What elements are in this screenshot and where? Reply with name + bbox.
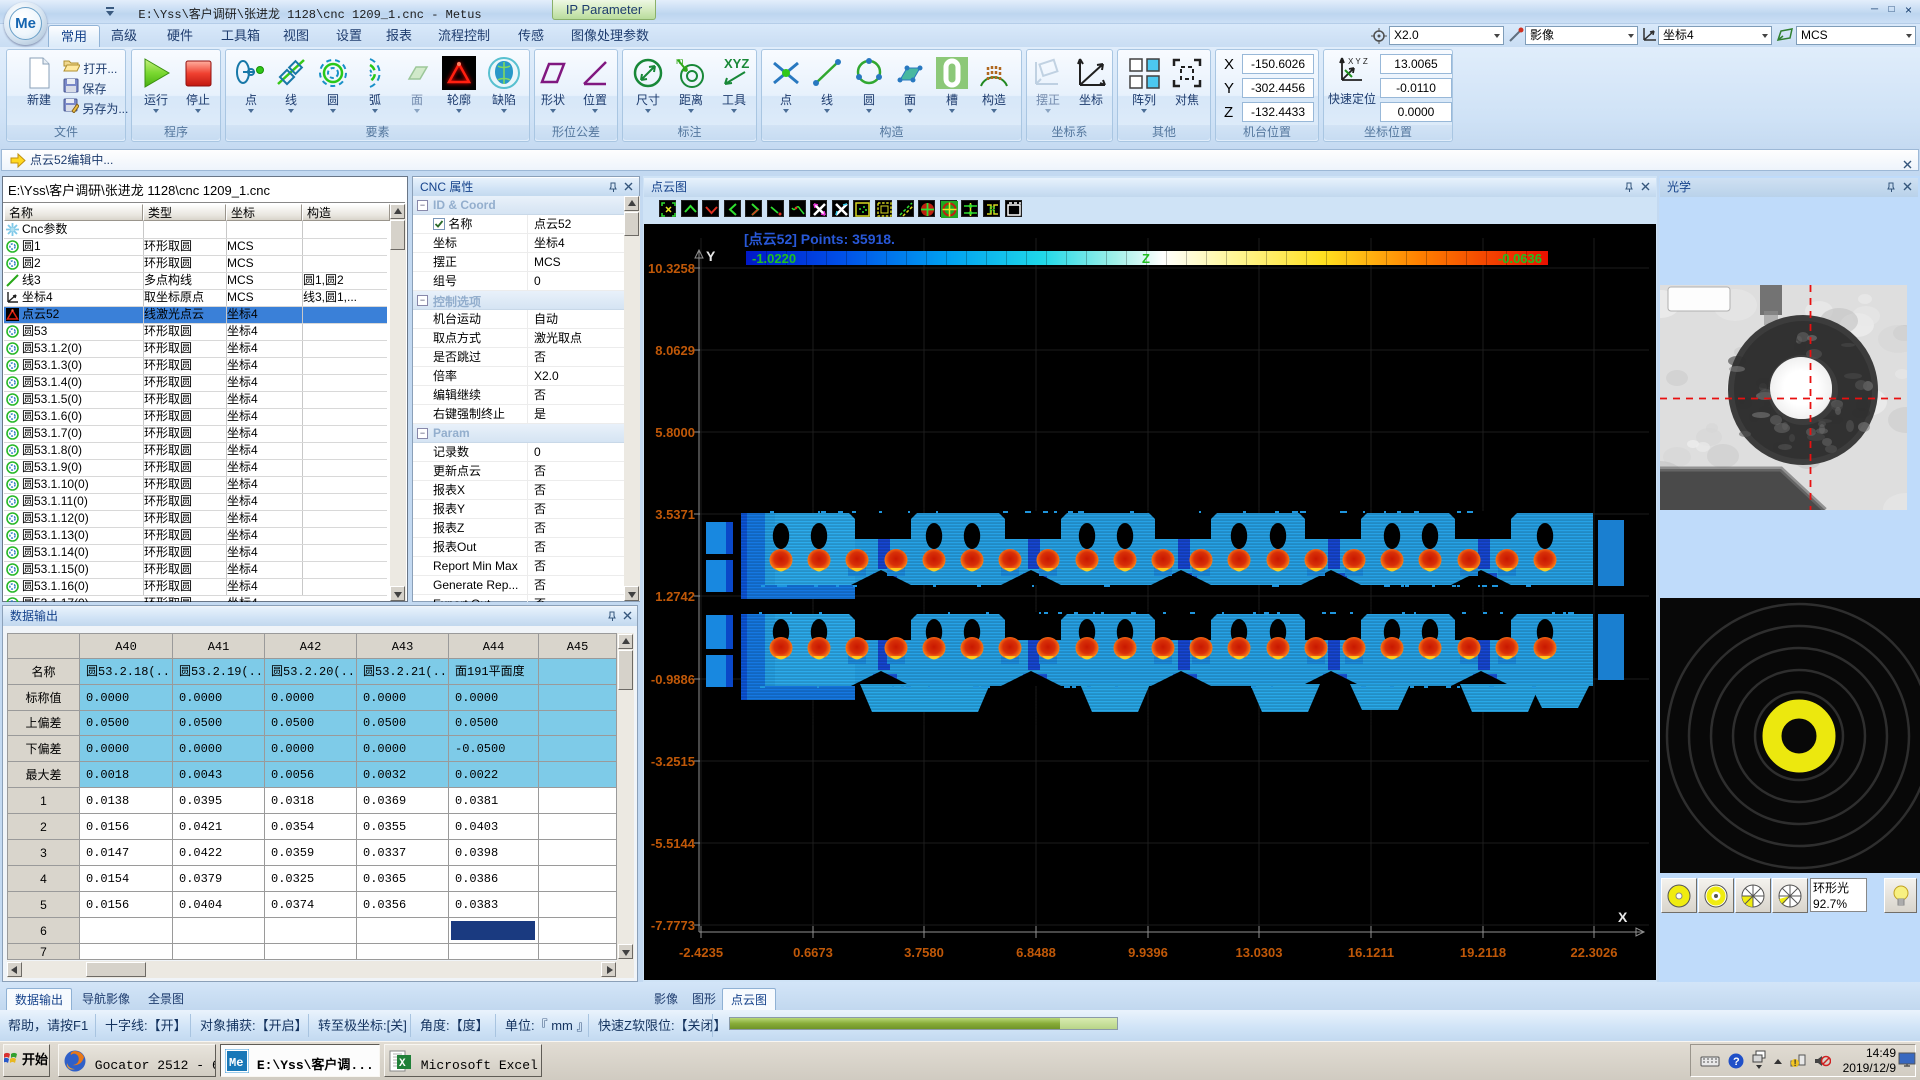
- svg-text:-7.7773: -7.7773: [651, 918, 695, 933]
- svg-text:Y: Y: [706, 248, 716, 264]
- svg-text:13.0303: 13.0303: [1236, 945, 1283, 960]
- svg-text:9.9396: 9.9396: [1128, 945, 1168, 960]
- svg-text:-0.9886: -0.9886: [651, 672, 695, 687]
- svg-text:22.3026: 22.3026: [1571, 945, 1618, 960]
- svg-text:8.0629: 8.0629: [655, 343, 695, 358]
- svg-text:X Y Z: X Y Z: [1348, 57, 1368, 66]
- svg-text:R: R: [989, 205, 996, 215]
- svg-text:1.2742: 1.2742: [655, 589, 695, 604]
- svg-text:X: X: [1618, 909, 1628, 925]
- svg-text:-1.0220: -1.0220: [752, 251, 796, 266]
- svg-text:-5.5144: -5.5144: [651, 836, 696, 851]
- svg-text:3.5371: 3.5371: [655, 507, 695, 522]
- svg-text:m: m: [676, 56, 684, 66]
- svg-text:10.3258: 10.3258: [648, 261, 695, 276]
- svg-text:-3.2515: -3.2515: [651, 754, 695, 769]
- svg-text:!: !: [1794, 1058, 1797, 1067]
- svg-text:Z: Z: [1142, 251, 1150, 266]
- svg-text:16.1211: 16.1211: [1348, 945, 1394, 960]
- svg-text:0.6673: 0.6673: [793, 945, 833, 960]
- svg-text:5.8000: 5.8000: [655, 425, 695, 440]
- svg-text:-2.4235: -2.4235: [679, 945, 723, 960]
- svg-text:?: ?: [1733, 1056, 1740, 1068]
- svg-text:19.2118: 19.2118: [1460, 945, 1506, 960]
- svg-text:3.7580: 3.7580: [904, 945, 944, 960]
- svg-text:X: X: [399, 1058, 406, 1070]
- svg-text:XYZ: XYZ: [724, 56, 749, 71]
- svg-text:-0.0636: -0.0636: [1498, 251, 1542, 266]
- svg-text:6.8488: 6.8488: [1016, 945, 1056, 960]
- svg-text:[点云52] Points: 35918.: [点云52] Points: 35918.: [744, 231, 895, 247]
- svg-text:Me: Me: [229, 1056, 243, 1070]
